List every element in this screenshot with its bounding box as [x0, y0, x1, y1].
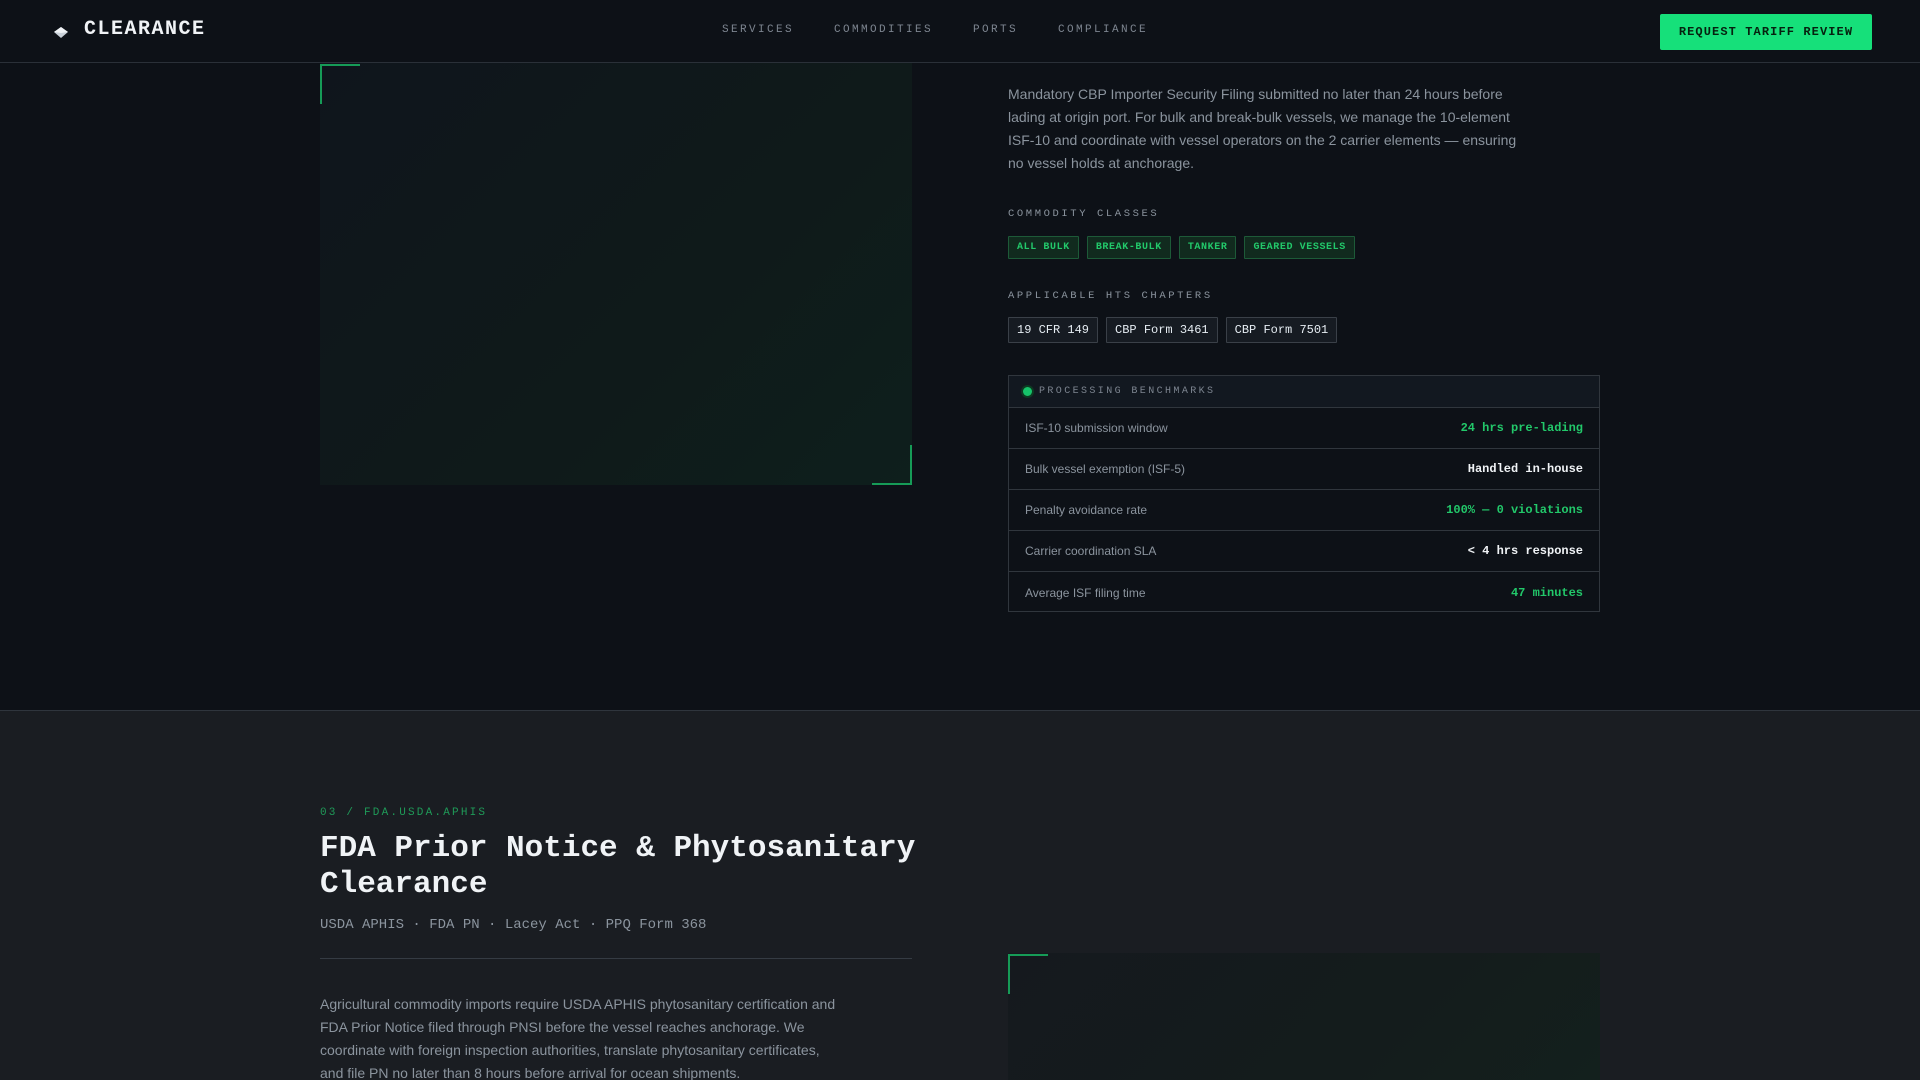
commodity-tag: GEARED VESSELS	[1244, 236, 1355, 259]
benchmark-key: Average ISF filing time	[1025, 585, 1146, 600]
brand-name: CLEARANCE	[84, 18, 206, 41]
diamond-logo-icon	[54, 26, 68, 38]
section-title: FDA Prior Notice & Phytosanitary Clearan…	[320, 831, 916, 902]
benchmark-value: Handled in-house	[1467, 462, 1583, 476]
benchmarks-title: PROCESSING BENCHMARKS	[1039, 386, 1216, 397]
hts-chapters-label: APPLICABLE HTS CHAPTERS	[1008, 290, 1213, 302]
processing-benchmarks-table: PROCESSING BENCHMARKS ISF-10 submission …	[1008, 375, 1600, 612]
benchmark-row: Penalty avoidance rate 100% — 0 violatio…	[1009, 490, 1599, 531]
corner-bracket-top-left	[320, 64, 360, 104]
benchmark-key: Carrier coordination SLA	[1025, 544, 1157, 558]
request-tariff-review-button[interactable]: REQUEST TARIFF REVIEW	[1660, 14, 1872, 50]
corner-bracket-bottom-right	[872, 445, 912, 485]
benchmark-row: Bulk vessel exemption (ISF-5) Handled in…	[1009, 449, 1599, 490]
commodity-tag: ALL BULK	[1008, 236, 1079, 259]
nav-link-services[interactable]: SERVICES	[722, 24, 794, 36]
nav-link-compliance[interactable]: COMPLIANCE	[1058, 24, 1148, 36]
benchmarks-header: PROCESSING BENCHMARKS	[1009, 376, 1599, 408]
benchmark-value: 24 hrs pre-lading	[1460, 421, 1583, 435]
commodity-tag: BREAK-BULK	[1086, 236, 1171, 259]
commodity-tag: TANKER	[1178, 236, 1237, 259]
section-eyebrow: 03 / FDA.USDA.APHIS	[320, 807, 488, 819]
isf-section: Mandatory CBP Importer Security Filing s…	[0, 63, 1920, 710]
hts-tags: 19 CFR 149 CBP Form 3461 CBP Form 7501	[1008, 317, 1338, 343]
nav-link-commodities[interactable]: COMMODITIES	[834, 24, 933, 36]
top-nav: CLEARANCE SERVICES COMMODITIES PORTS COM…	[0, 0, 1920, 63]
benchmark-key: Penalty avoidance rate	[1025, 503, 1148, 517]
nav-links: SERVICES COMMODITIES PORTS COMPLIANCE	[722, 24, 1148, 36]
benchmark-value: < 4 hrs response	[1467, 544, 1583, 558]
fda-section: 03 / FDA.USDA.APHIS FDA Prior Notice & P…	[0, 710, 1920, 1080]
corner-bracket-top-left	[1008, 954, 1048, 994]
commodity-tags: ALL BULK BREAK-BULK TANKER GEARED VESSEL…	[1008, 236, 1355, 259]
benchmark-value: 100% — 0 violations	[1446, 503, 1583, 517]
commodity-classes-label: COMMODITY CLASSES	[1008, 208, 1160, 220]
status-dot-icon	[1023, 387, 1032, 396]
divider	[320, 958, 912, 959]
hts-tag: CBP Form 3461	[1106, 317, 1218, 343]
section-description: Agricultural commodity imports require U…	[320, 996, 836, 1080]
benchmark-row: ISF-10 submission window 24 hrs pre-ladi…	[1009, 408, 1599, 449]
hts-tag: CBP Form 7501	[1225, 317, 1338, 343]
benchmark-value: 47 minutes	[1510, 585, 1583, 600]
section-subtitle: USDA APHIS · FDA PN · Lacey Act · PPQ Fo…	[320, 917, 707, 933]
brand[interactable]: CLEARANCE	[52, 18, 206, 41]
visual-panel	[320, 63, 912, 485]
benchmark-key: ISF-10 submission window	[1025, 421, 1168, 435]
hts-tag: 19 CFR 149	[1008, 317, 1099, 343]
visual-panel	[1008, 953, 1600, 1080]
section-description: Mandatory CBP Importer Security Filing s…	[1008, 86, 1517, 171]
benchmark-row: Average ISF filing time 47 minutes	[1009, 572, 1599, 613]
benchmark-key: Bulk vessel exemption (ISF-5)	[1025, 462, 1186, 476]
nav-link-ports[interactable]: PORTS	[973, 24, 1018, 36]
benchmark-row: Carrier coordination SLA < 4 hrs respons…	[1009, 531, 1599, 572]
